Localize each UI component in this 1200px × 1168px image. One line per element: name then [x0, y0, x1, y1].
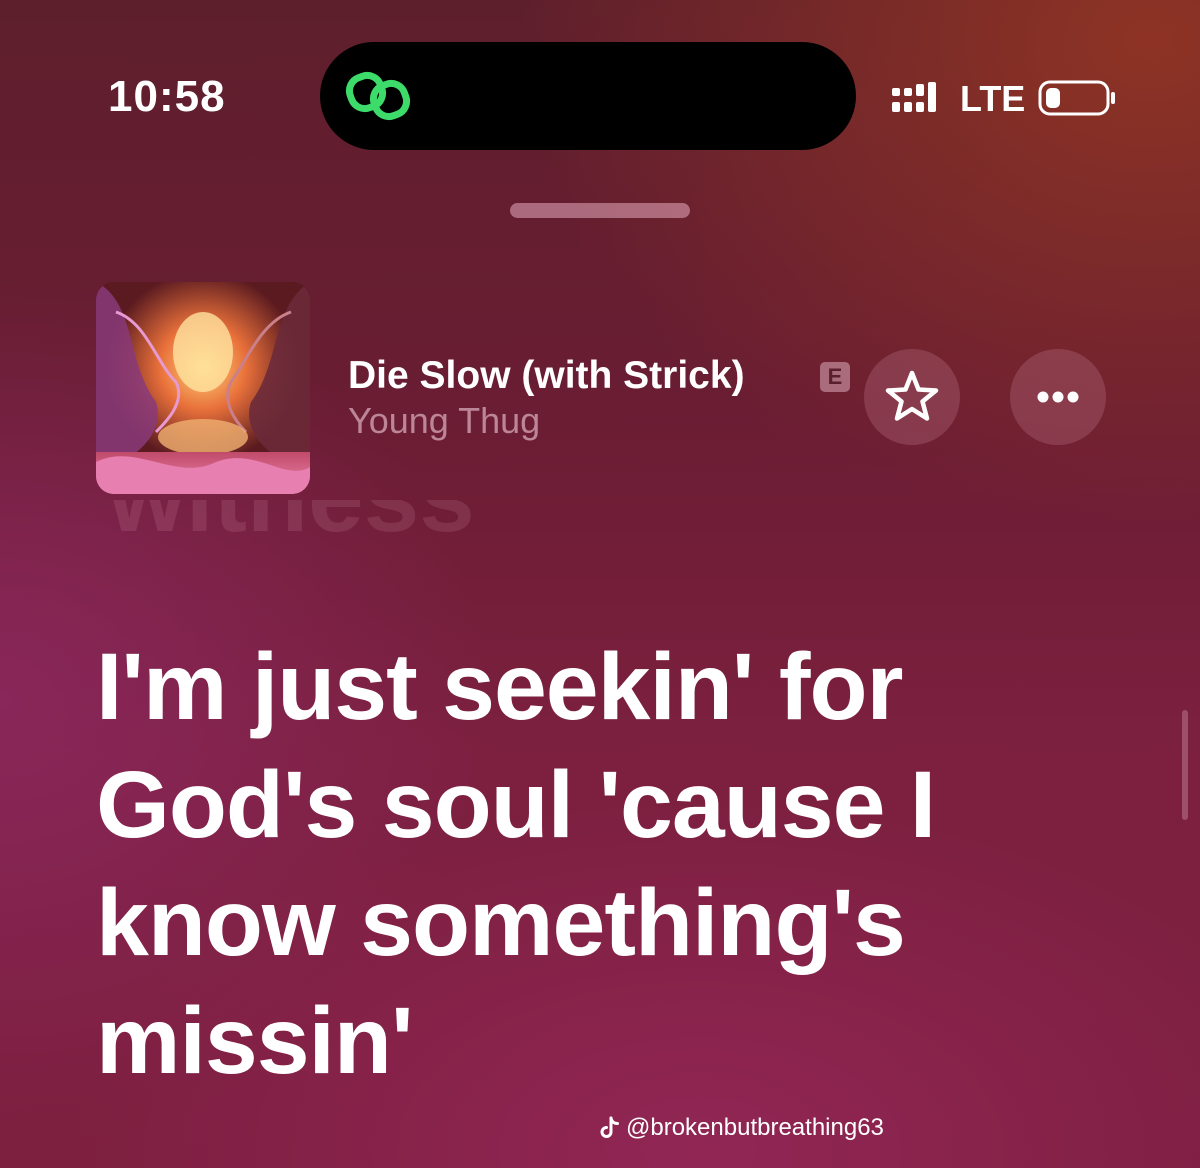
battery-icon — [1038, 80, 1115, 116]
more-options-button[interactable] — [1010, 349, 1106, 445]
explicit-badge: E — [820, 362, 850, 392]
dynamic-island[interactable] — [320, 42, 856, 150]
watermark: @brokenbutbreathing63 — [598, 1114, 884, 1142]
link-icon — [345, 71, 411, 121]
sheet-grabber[interactable] — [510, 203, 690, 218]
album-artwork[interactable] — [96, 282, 310, 494]
star-icon — [885, 370, 939, 421]
ellipsis-icon — [1037, 391, 1079, 403]
current-lyric-line[interactable]: I'm just seekin' for God's soul 'cause I… — [96, 628, 1076, 1100]
tiktok-icon — [600, 1116, 619, 1138]
network-type: LTE — [960, 78, 1026, 119]
favorite-button[interactable] — [864, 349, 960, 445]
signal-bars-icon — [892, 82, 936, 112]
watermark-handle: @brokenbutbreathing63 — [626, 1114, 884, 1141]
status-time: 10:58 — [108, 72, 226, 121]
scroll-indicator[interactable] — [1182, 710, 1188, 820]
artist-name[interactable]: Young Thug — [348, 400, 540, 442]
song-title: Die Slow (with Strick) — [348, 354, 745, 397]
